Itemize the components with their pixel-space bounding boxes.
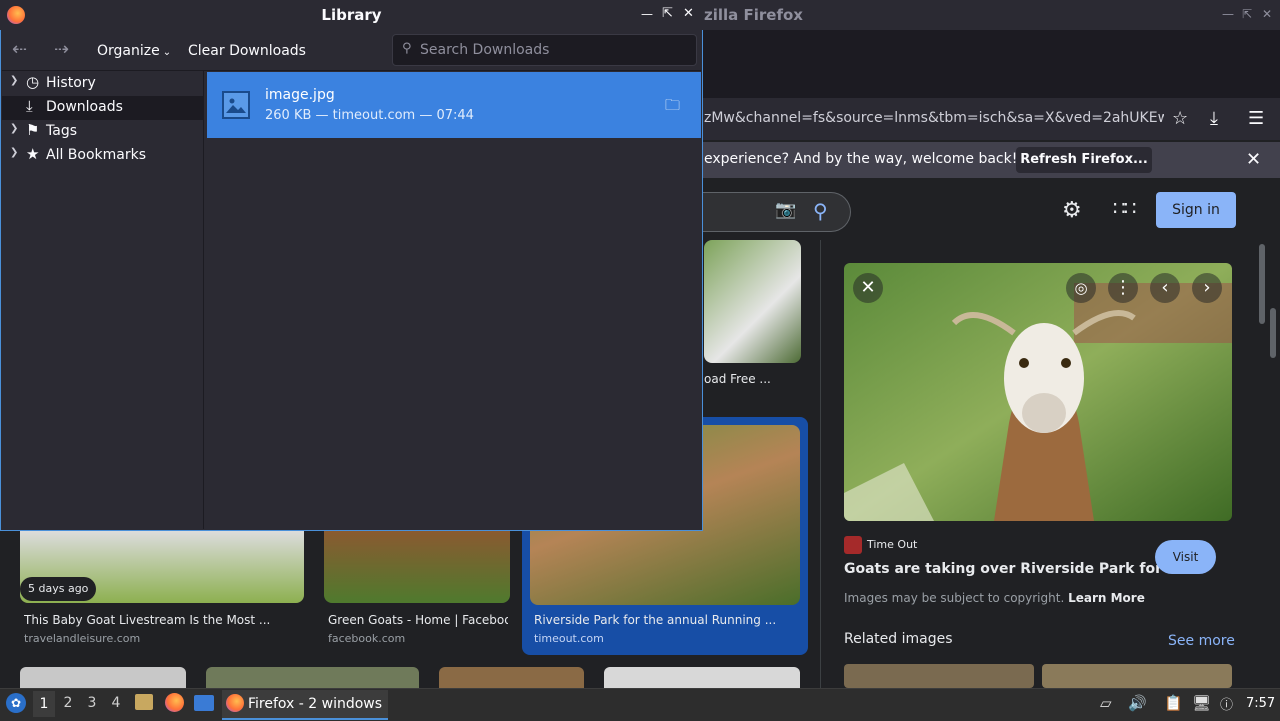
workspace-4[interactable]: 4 xyxy=(105,695,127,711)
clock: 7:57 xyxy=(1246,696,1276,711)
lens-search-icon[interactable]: ◎ xyxy=(1066,273,1096,303)
result-source: timeout.com xyxy=(534,632,604,645)
taskbar xyxy=(0,688,1280,721)
firefox-window-title: zilla Firefox xyxy=(704,6,803,24)
downloads-icon[interactable]: ⤓ xyxy=(1210,108,1218,129)
organize-menu[interactable]: Organize ⌄ xyxy=(97,43,171,59)
display-icon[interactable]: 🖥 xyxy=(1192,694,1211,712)
organize-label: Organize xyxy=(97,43,160,59)
camera-icon[interactable]: 📷 xyxy=(775,200,796,220)
learn-more-link[interactable]: Learn More xyxy=(1068,591,1145,605)
related-images-heading: Related images xyxy=(844,631,953,647)
result-image[interactable] xyxy=(439,667,584,688)
library-title: Library xyxy=(321,6,382,24)
search-icon: ⚲ xyxy=(402,41,412,56)
scrollbar-thumb[interactable] xyxy=(1270,308,1276,358)
related-image[interactable] xyxy=(844,664,1034,688)
menu-icon[interactable]: ☰ xyxy=(1248,108,1264,129)
result-title[interactable]: Riverside Park for the annual Running ..… xyxy=(534,613,804,627)
workspace-1[interactable]: 1 xyxy=(33,691,55,717)
workspace-3[interactable]: 3 xyxy=(81,695,103,711)
open-folder-icon[interactable]: 🗀 xyxy=(665,95,680,120)
maximize-icon[interactable]: ⇱ xyxy=(1242,7,1252,21)
visit-button[interactable]: Visit xyxy=(1155,540,1216,574)
tree-item-tags[interactable]: ❯ ⚑ Tags xyxy=(2,120,203,144)
see-more-link[interactable]: See more xyxy=(1168,633,1235,649)
download-details: 260 KB — timeout.com — 07:44 xyxy=(265,108,474,123)
result-image[interactable] xyxy=(206,667,419,688)
download-arrow-icon: ⤓ xyxy=(26,97,33,115)
result-title[interactable]: oad Free ... xyxy=(704,372,771,386)
volume-icon[interactable]: 🔊 xyxy=(1128,694,1147,712)
network-icon[interactable]: ▱ xyxy=(1100,694,1112,712)
result-title[interactable]: This Baby Goat Livestream Is the Most ..… xyxy=(24,613,304,627)
tree-item-label: All Bookmarks xyxy=(46,147,147,163)
expand-chevron-icon[interactable]: ❯ xyxy=(10,123,18,134)
clear-downloads-button[interactable]: Clear Downloads xyxy=(188,43,306,59)
clipboard-icon[interactable]: 📋 xyxy=(1164,694,1183,712)
search-placeholder: Search Downloads xyxy=(420,42,550,58)
close-notification-icon[interactable]: ✕ xyxy=(1246,149,1261,170)
preview-title[interactable]: Goats are taking over Riverside Park for… xyxy=(844,561,1199,577)
bookmark-star-icon[interactable]: ☆ xyxy=(1172,108,1188,129)
firefox-launcher-icon[interactable] xyxy=(165,693,184,712)
time-badge: 5 days ago xyxy=(20,577,97,601)
workspace-2[interactable]: 2 xyxy=(57,695,79,711)
result-image[interactable] xyxy=(604,667,800,688)
result-image-green-goats[interactable] xyxy=(324,531,510,603)
minimize-icon[interactable]: — xyxy=(641,7,653,21)
taskbar-task-label: Firefox - 2 windows xyxy=(248,696,383,712)
back-arrow-icon[interactable]: ⇠ xyxy=(12,39,27,60)
minimize-icon[interactable]: — xyxy=(1222,7,1234,21)
forward-arrow-icon[interactable]: ⇢ xyxy=(54,39,69,60)
result-image-goat-white[interactable] xyxy=(704,240,801,363)
notification-icon[interactable]: ⓘ xyxy=(1220,694,1233,713)
tree-item-label: Tags xyxy=(46,123,77,139)
source-name[interactable]: Time Out xyxy=(867,538,917,551)
source-favicon xyxy=(844,536,862,554)
scrollbar-thumb[interactable] xyxy=(1259,244,1265,324)
result-source: travelandleisure.com xyxy=(24,632,141,645)
notification-text: experience? And by the way, welcome back… xyxy=(704,151,1018,167)
tree-item-label: Downloads xyxy=(46,99,123,115)
search-icon[interactable]: ⚲ xyxy=(813,199,828,223)
previous-icon[interactable]: ‹ xyxy=(1150,273,1180,303)
settings-gear-icon[interactable]: ⚙ xyxy=(1062,198,1082,223)
expand-chevron-icon[interactable]: ❯ xyxy=(10,147,18,158)
star-icon: ★ xyxy=(26,145,40,163)
preview-image[interactable] xyxy=(844,263,1232,521)
tree-item-history[interactable]: ❯ ◷ History xyxy=(2,72,203,96)
download-item[interactable] xyxy=(207,72,701,138)
close-icon[interactable]: ✕ xyxy=(1262,7,1272,21)
start-menu-icon[interactable]: ✿ xyxy=(6,693,26,713)
download-filename: image.jpg xyxy=(265,87,335,103)
tree-item-all-bookmarks[interactable]: ❯ ★ All Bookmarks xyxy=(2,144,203,168)
related-image[interactable] xyxy=(1042,664,1232,688)
maximize-icon[interactable]: ⇱ xyxy=(662,6,673,21)
history-clock-icon: ◷ xyxy=(26,73,40,91)
result-source: facebook.com xyxy=(328,632,406,645)
result-title[interactable]: Green Goats - Home | Facebook xyxy=(328,613,508,627)
tree-item-downloads[interactable]: ⤓ Downloads xyxy=(2,96,203,120)
firefox-task-icon xyxy=(226,694,244,712)
more-options-icon[interactable]: ⋮ xyxy=(1108,273,1138,303)
close-icon[interactable]: ✕ xyxy=(683,6,694,21)
apps-grid-icon[interactable]: ∷∷ xyxy=(1113,196,1136,220)
desktop-icon[interactable] xyxy=(194,695,214,711)
file-manager-icon[interactable] xyxy=(135,694,153,710)
image-file-icon xyxy=(222,91,250,119)
copyright-text: Images may be subject to copyright. xyxy=(844,591,1065,605)
expand-chevron-icon[interactable]: ❯ xyxy=(10,75,18,86)
downloads-list xyxy=(206,71,701,529)
result-image[interactable] xyxy=(20,667,186,688)
next-icon[interactable]: › xyxy=(1192,273,1222,303)
url-bar[interactable]: zMw&channel=fs&source=lnms&tbm=isch&sa=X… xyxy=(704,110,1164,126)
tag-icon: ⚑ xyxy=(26,121,40,139)
refresh-firefox-button[interactable]: Refresh Firefox... xyxy=(1016,147,1152,173)
tree-item-label: History xyxy=(46,75,96,91)
copyright-notice: Images may be subject to copyright. Lear… xyxy=(844,591,1145,605)
chevron-down-icon: ⌄ xyxy=(162,47,172,58)
sign-in-button[interactable]: Sign in xyxy=(1156,192,1236,228)
close-preview-icon[interactable]: ✕ xyxy=(853,273,883,303)
